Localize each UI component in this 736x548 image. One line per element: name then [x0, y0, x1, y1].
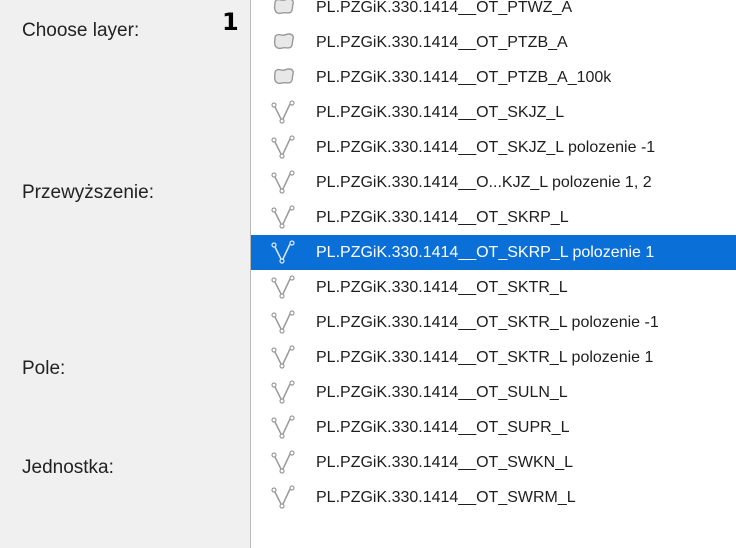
layer-list-item[interactable]: PL.PZGiK.330.1414__OT_SKRP_L [251, 200, 736, 235]
line-layer-icon [271, 414, 297, 440]
layer-list-item[interactable]: PL.PZGiK.330.1414__OT_SWKN_L [251, 445, 736, 480]
line-layer-icon [271, 309, 297, 335]
layer-name-label: PL.PZGiK.330.1414__OT_SKJZ_L polozenie -… [316, 138, 656, 156]
layer-list-item[interactable]: PL.PZGiK.330.1414__OT_PTWZ_A [251, 0, 736, 25]
line-layer-icon [271, 169, 297, 195]
layer-name-label: PL.PZGiK.330.1414__OT_SKTR_L [316, 278, 568, 296]
polygon-layer-icon [271, 64, 297, 90]
layer-name-label: PL.PZGiK.330.1414__OT_PTZB_A_100k [316, 68, 612, 86]
layer-name-label: PL.PZGiK.330.1414__OT_SKJZ_L [316, 103, 565, 121]
choose-layer-label: Choose layer: [22, 20, 140, 41]
layer-list-item[interactable]: PL.PZGiK.330.1414__O...KJZ_L polozenie 1… [251, 165, 736, 200]
line-layer-icon [271, 484, 297, 510]
pole-label: Pole: [22, 358, 66, 379]
layer-name-label: PL.PZGiK.330.1414__OT_SKTR_L polozenie -… [316, 313, 659, 331]
line-layer-icon [271, 344, 297, 370]
jednostka-label: Jednostka: [22, 457, 114, 478]
layer-name-label: PL.PZGiK.330.1414__OT_SKTR_L polozenie 1 [316, 348, 654, 366]
line-layer-icon [271, 379, 297, 405]
layer-name-label: PL.PZGiK.330.1414__OT_SWRM_L [316, 488, 576, 506]
layer-name-label: PL.PZGiK.330.1414__OT_SKRP_L polozenie 1 [316, 243, 655, 261]
layer-list-item[interactable]: PL.PZGiK.330.1414__OT_SULN_L [251, 375, 736, 410]
line-layer-icon [271, 449, 297, 475]
layer-name-label: PL.PZGiK.330.1414__OT_SWKN_L [316, 453, 574, 471]
line-layer-icon [271, 274, 297, 300]
layer-name-label: PL.PZGiK.330.1414__OT_SUPR_L [316, 418, 570, 436]
line-layer-icon [271, 239, 297, 265]
layer-list-item[interactable]: PL.PZGiK.330.1414__OT_SKJZ_L polozenie -… [251, 130, 736, 165]
line-layer-icon [271, 99, 297, 125]
callout-number: 1 [222, 8, 239, 36]
line-layer-icon [271, 134, 297, 160]
layer-list-item[interactable]: PL.PZGiK.330.1414__OT_SKTR_L polozenie 1 [251, 340, 736, 375]
layer-list-item[interactable]: PL.PZGiK.330.1414__OT_PTZB_A_100k [251, 60, 736, 95]
layer-name-label: PL.PZGiK.330.1414__OT_SKRP_L [316, 208, 569, 226]
layer-name-label: PL.PZGiK.330.1414__OT_PTWZ_A [316, 0, 573, 16]
form-panel: Choose layer: Przewyższenie: Pole: Jedno… [0, 0, 250, 538]
layer-name-label: PL.PZGiK.330.1414__OT_SULN_L [316, 383, 568, 401]
layer-list-item[interactable]: PL.PZGiK.330.1414__OT_PTZB_A [251, 25, 736, 60]
layer-name-label: PL.PZGiK.330.1414__O...KJZ_L polozenie 1… [316, 173, 652, 191]
layer-list-item[interactable]: PL.PZGiK.330.1414__OT_SKTR_L polozenie -… [251, 305, 736, 340]
layer-name-label: PL.PZGiK.330.1414__OT_PTZB_A [316, 33, 568, 51]
przewyzszenie-label: Przewyższenie: [22, 182, 154, 203]
layer-dropdown-list[interactable]: PL.PZGiK.330.1414__OT_PTWZ_A PL.PZGiK.330… [250, 0, 736, 548]
polygon-layer-icon [271, 29, 297, 55]
layer-list-item[interactable]: PL.PZGiK.330.1414__OT_SWRM_L [251, 480, 736, 515]
layer-list-item[interactable]: PL.PZGiK.330.1414__OT_SKRP_L polozenie 1 [251, 235, 736, 270]
polygon-layer-icon [271, 0, 297, 20]
layer-list-item[interactable]: PL.PZGiK.330.1414__OT_SUPR_L [251, 410, 736, 445]
layer-list-item[interactable]: PL.PZGiK.330.1414__OT_SKTR_L [251, 270, 736, 305]
layer-list-item[interactable]: PL.PZGiK.330.1414__OT_SKJZ_L [251, 95, 736, 130]
line-layer-icon [271, 204, 297, 230]
